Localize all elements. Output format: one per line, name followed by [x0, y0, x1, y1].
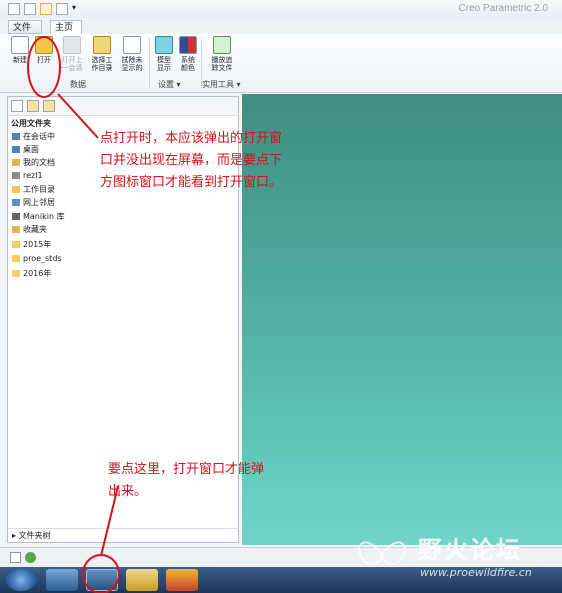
taskbar-icon-highlight-circle: [82, 554, 120, 593]
annotation-note-1: 点打开时，本应该弹出的打开窗口并没出现在屏幕，而是要点下方图标窗口才能看到打开窗…: [100, 131, 283, 190]
watermark-url: www.proewildfire.cn: [420, 566, 532, 579]
annotation-overlay: [27, 36, 120, 593]
watermark-title: 野火论坛: [418, 536, 522, 564]
forum-watermark: 野火论坛 www.proewildfire.cn: [352, 528, 558, 590]
butterfly-logo-icon: [358, 541, 406, 566]
callout-line-1: [57, 93, 99, 139]
open-button-highlight-circle: [27, 36, 61, 98]
annotation-note-2: 要点这里，打开窗口才能弹出来。: [108, 462, 265, 499]
